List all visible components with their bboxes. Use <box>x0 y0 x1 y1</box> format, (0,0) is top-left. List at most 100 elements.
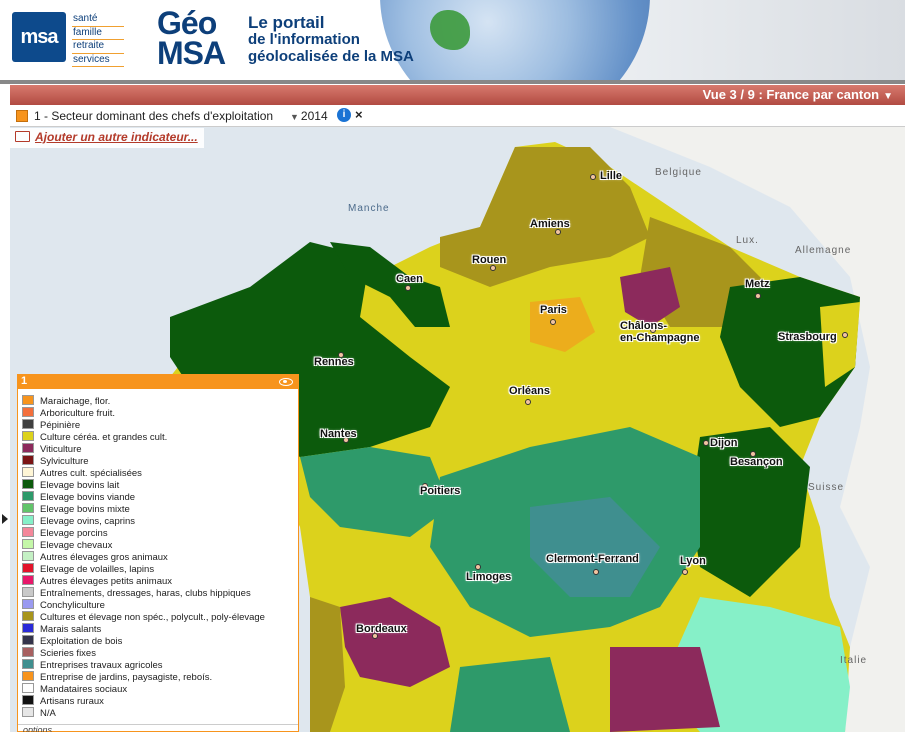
country-label-italie: Italie <box>840 655 868 666</box>
city-label-lyon: Lyon <box>680 555 706 567</box>
tag-services: services <box>72 54 124 67</box>
legend-item: Artisans ruraux <box>22 695 298 707</box>
legend-options[interactable]: options <box>18 724 298 732</box>
city-dot-limoges <box>475 564 481 570</box>
indicator-row: 1 - Secteur dominant des chefs d'exploit… <box>10 105 905 127</box>
legend-swatch <box>22 539 34 549</box>
legend-item: Elevage de volailles, lapins <box>22 563 298 575</box>
legend-swatch <box>22 503 34 513</box>
legend-list: Maraichage, flor. Arboriculture fruit. Pép… <box>18 389 298 719</box>
legend-item: Entraînements, dressages, haras, clubs h… <box>22 587 298 599</box>
city-label-paris: Paris <box>540 304 567 316</box>
legend-swatch <box>22 419 34 429</box>
legend-item: Scieries fixes <box>22 647 298 659</box>
country-label-belgique: Belgique <box>655 167 702 178</box>
legend-swatch <box>22 515 34 525</box>
portal-line-2: de l'information <box>248 31 360 48</box>
legend-item: Marais salants <box>22 623 298 635</box>
header-divider <box>0 80 905 84</box>
legend-swatch <box>22 395 34 405</box>
legend-item-label: Entraînements, dressages, haras, clubs h… <box>40 588 251 599</box>
legend-header: 1 <box>18 375 298 389</box>
legend-item-label: Arboriculture fruit. <box>40 408 115 419</box>
city-dot-caen <box>405 285 411 291</box>
info-icon[interactable]: i <box>337 108 351 122</box>
legend-swatch <box>22 647 34 657</box>
legend-item: Elevage bovins mixte <box>22 503 298 515</box>
legend-item-label: Mandataires sociaux <box>40 684 128 695</box>
legend-item-label: Entreprise de jardins, paysagiste, reboí… <box>40 672 213 683</box>
add-indicator-label: Ajouter un autre indicateur... <box>35 130 198 144</box>
legend-item: Viticulture <box>22 443 298 455</box>
legend-number: 1 <box>21 375 28 387</box>
view-selector[interactable]: Vue 3 / 9 : France par canton ▼ <box>703 87 893 102</box>
legend-item: Entreprise de jardins, paysagiste, reboí… <box>22 671 298 683</box>
geomsa-brand: Géo MSA <box>157 7 226 69</box>
close-icon[interactable]: × <box>355 107 363 122</box>
legend-item-label: Elevage bovins mixte <box>40 504 130 515</box>
caret-down-icon: ▼ <box>290 112 299 122</box>
city-label-dijon: Dijon <box>710 437 738 449</box>
year-selector[interactable]: ▼ 2014 <box>290 109 328 123</box>
legend-item: Pépinière <box>22 419 298 431</box>
expand-panel-arrow-icon[interactable] <box>2 514 8 524</box>
city-label-rouen: Rouen <box>472 254 507 266</box>
legend-swatch <box>22 455 34 465</box>
country-label-lux: Lux. <box>736 235 759 246</box>
city-label-clermont: Clermont-Ferrand <box>546 553 639 565</box>
legend-swatch <box>22 575 34 585</box>
legend-item-label: Autres élevages petits animaux <box>40 576 173 587</box>
legend-item-label: Artisans ruraux <box>40 696 104 707</box>
tag-famille: famille <box>72 27 124 40</box>
tag-sante: santé <box>72 13 124 27</box>
legend-item: Mandataires sociaux <box>22 683 298 695</box>
legend-item-label: Maraichage, flor. <box>40 396 111 407</box>
folder-icon <box>15 131 30 142</box>
city-label-lille: Lille <box>600 170 623 182</box>
region-southwest-beef <box>450 657 570 732</box>
indicator-color-swatch <box>16 110 28 122</box>
city-label-rennes: Rennes <box>314 356 354 368</box>
city-label-chalons: Châlons- en-Champagne <box>620 320 700 344</box>
legend-item: Elevage chevaux <box>22 539 298 551</box>
city-label-strasbourg: Strasbourg <box>778 331 837 343</box>
legend-item: Autres cult. spécialisées <box>22 467 298 479</box>
legend-swatch <box>22 635 34 645</box>
app-root: msa santé famille retraite services Géo … <box>0 0 905 732</box>
city-label-metz: Metz <box>745 278 770 290</box>
legend-item: Sylviculture <box>22 455 298 467</box>
portal-subtitle: Le portail de l'information géolocalisée… <box>248 14 414 65</box>
legend-item-label: Sylviculture <box>40 456 89 467</box>
legend-swatch <box>22 659 34 669</box>
city-dot-dijon <box>703 440 709 446</box>
legend-swatch <box>22 443 34 453</box>
legend-panel: 1 Maraichage, flor. Arboriculture fruit. P… <box>17 374 299 732</box>
view-titlebar: Vue 3 / 9 : France par canton ▼ <box>10 85 905 105</box>
msa-logo[interactable]: msa <box>12 12 66 62</box>
legend-item-label: Elevage chevaux <box>40 540 113 551</box>
sea-label-manche: Manche <box>348 203 390 214</box>
legend-swatch <box>22 683 34 693</box>
legend-swatch <box>22 491 34 501</box>
legend-item-label: Elevage ovins, caprins <box>40 516 136 527</box>
legend-item-label: Viticulture <box>40 444 82 455</box>
legend-item: Elevage porcins <box>22 527 298 539</box>
msa-tagline: santé famille retraite services <box>72 13 124 67</box>
legend-item-label: Exploitation de bois <box>40 636 123 647</box>
caret-down-icon: ▼ <box>883 91 893 102</box>
legend-item-label: Autres cult. spécialisées <box>40 468 142 479</box>
legend-item-label: Culture céréa. et grandes cult. <box>40 432 168 443</box>
add-indicator-link[interactable]: Ajouter un autre indicateur... <box>10 128 204 148</box>
globe-image <box>380 0 650 80</box>
legend-item-label: Entreprises travaux agricoles <box>40 660 163 671</box>
legend-swatch <box>22 671 34 681</box>
eye-icon[interactable] <box>279 378 293 386</box>
legend-item-label: Elevage bovins lait <box>40 480 120 491</box>
view-label: Vue 3 / 9 : France par canton <box>702 87 880 102</box>
legend-item-label: Elevage porcins <box>40 528 108 539</box>
city-label-poitiers: Poitiers <box>420 485 461 497</box>
legend-swatch <box>22 599 34 609</box>
legend-swatch <box>22 695 34 705</box>
city-label-bordeaux: Bordeaux <box>356 623 407 635</box>
year-value: 2014 <box>300 109 328 123</box>
